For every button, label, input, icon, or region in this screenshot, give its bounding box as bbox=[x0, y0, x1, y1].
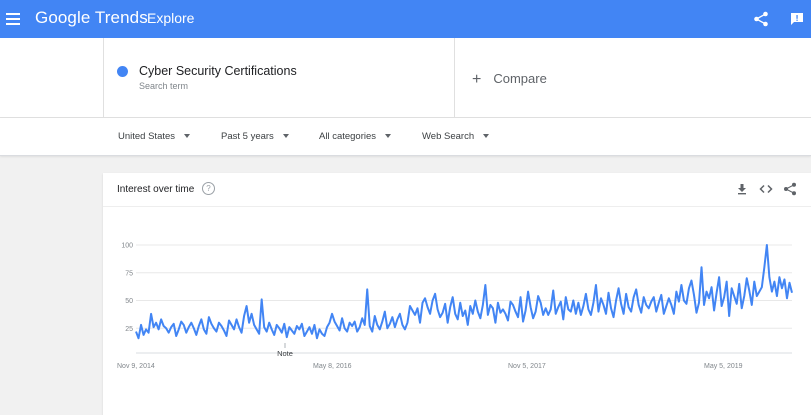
share-icon[interactable] bbox=[753, 11, 769, 27]
plus-icon: + bbox=[472, 71, 482, 88]
category-value: All categories bbox=[319, 131, 377, 142]
x-tick-label: May 5, 2019 bbox=[704, 363, 743, 370]
compare-label: Compare bbox=[493, 71, 547, 86]
feedback-icon[interactable] bbox=[789, 11, 805, 27]
search-type-value: Web Search bbox=[422, 131, 475, 142]
category-dropdown[interactable]: All categories bbox=[319, 131, 392, 142]
top-app-bar: Google Trends Explore bbox=[0, 0, 811, 38]
region-value: United States bbox=[118, 131, 176, 142]
x-axis-ticks: Nov 9, 2014 May 8, 2016 Nov 5, 2017 May 5, … bbox=[117, 363, 743, 370]
x-tick-label: Nov 9, 2014 bbox=[117, 363, 155, 370]
interest-line-chart: 100 75 50 25 Nov 9, 2014 May 8, 2016 Nov 5, 2… bbox=[117, 243, 793, 370]
y-tick-label: 75 bbox=[125, 270, 133, 277]
search-type-dropdown[interactable]: Web Search bbox=[422, 131, 490, 142]
filter-bar: United States Past 5 years All categorie… bbox=[0, 118, 811, 156]
page-title: Explore bbox=[147, 10, 195, 26]
time-range-dropdown[interactable]: Past 5 years bbox=[221, 131, 289, 142]
y-tick-label: 25 bbox=[125, 326, 133, 333]
caret-down-icon bbox=[184, 134, 191, 138]
y-tick-label: 100 bbox=[121, 243, 133, 250]
search-term-card[interactable]: Cyber Security Certifications Search ter… bbox=[103, 38, 455, 118]
series-line[interactable] bbox=[135, 244, 793, 340]
y-tick-label: 50 bbox=[125, 298, 133, 305]
caret-down-icon bbox=[483, 134, 490, 138]
search-term-bar: Cyber Security Certifications Search ter… bbox=[0, 38, 811, 118]
menu-icon[interactable] bbox=[6, 13, 20, 25]
note-label[interactable]: Note bbox=[277, 349, 293, 358]
x-tick-label: Nov 5, 2017 bbox=[508, 363, 546, 370]
caret-down-icon bbox=[282, 134, 289, 138]
caret-down-icon bbox=[385, 134, 392, 138]
y-axis-ticks: 100 75 50 25 bbox=[121, 243, 133, 333]
interest-over-time-card: Interest over time ? 100 75 50 25 Nov 9, 20… bbox=[103, 173, 811, 415]
compare-button[interactable]: + Compare bbox=[472, 70, 547, 88]
google-trends-logo[interactable]: Google Trends bbox=[35, 8, 148, 28]
search-term-type: Search term bbox=[139, 81, 189, 91]
search-term-name[interactable]: Cyber Security Certifications bbox=[139, 64, 297, 78]
region-dropdown[interactable]: United States bbox=[118, 131, 191, 142]
x-tick-label: May 8, 2016 bbox=[313, 363, 352, 370]
term-color-dot bbox=[117, 66, 128, 77]
time-range-value: Past 5 years bbox=[221, 131, 274, 142]
